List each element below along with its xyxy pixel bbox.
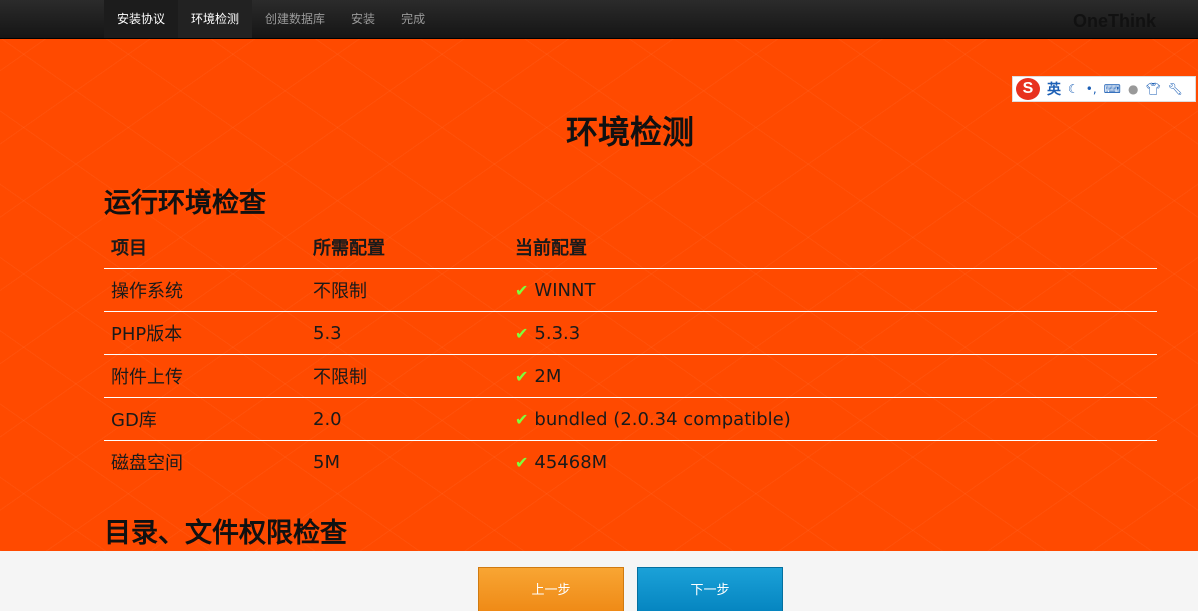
install-steps-nav: 安装协议 环境检测 创建数据库 安装 完成 (104, 0, 438, 38)
nav-step-complete[interactable]: 完成 (388, 0, 438, 38)
row-item: 操作系统 (104, 268, 306, 312)
row-current: ✔ 45468M (508, 441, 1157, 484)
check-icon: ✔ (515, 323, 529, 343)
comma-icon[interactable]: •, (1086, 82, 1097, 96)
env-check-table: 项目 所需配置 当前配置 操作系统 不限制 ✔ WINNT PHP版本 5.3 ✔… (104, 226, 1157, 483)
table-row: 操作系统 不限制 ✔ WINNT (104, 268, 1157, 312)
footer-bar: 上一步 下一步 (0, 551, 1198, 611)
main-content: S 英 ☾ •, ⌨ ● 👕︎ 🔧︎ 环境检测 运行环境检查 项目 所需配置 当… (0, 39, 1198, 551)
nav-step-env-check[interactable]: 环境检测 (178, 0, 253, 38)
row-required: 5.3 (306, 311, 508, 355)
user-icon[interactable]: ● (1128, 82, 1138, 96)
check-icon: ✔ (515, 409, 529, 429)
nav-step-install[interactable]: 安装 (338, 0, 388, 38)
env-check-title: 运行环境检查 (104, 188, 266, 219)
nav-step-create-db[interactable]: 创建数据库 (252, 0, 338, 38)
row-current: ✔ 5.3.3 (508, 311, 1157, 355)
row-required: 不限制 (306, 268, 508, 312)
next-step-button[interactable]: 下一步 (637, 567, 783, 611)
table-row: GD库 2.0 ✔ bundled (2.0.34 compatible) (104, 397, 1157, 441)
ime-toolbar[interactable]: S 英 ☾ •, ⌨ ● 👕︎ 🔧︎ (1012, 76, 1196, 102)
sogou-logo-icon[interactable]: S (1016, 78, 1040, 100)
header-required: 所需配置 (306, 226, 508, 269)
shirt-icon[interactable]: 👕︎ (1145, 82, 1160, 96)
check-icon: ✔ (515, 280, 529, 300)
prev-step-button[interactable]: 上一步 (478, 567, 624, 611)
row-current: ✔ 2M (508, 354, 1157, 398)
row-item: 磁盘空间 (111, 453, 183, 474)
row-required: 5M (313, 451, 340, 473)
table-header-row: 项目 所需配置 当前配置 (104, 226, 1157, 269)
nav-step-agreement[interactable]: 安装协议 (104, 0, 179, 38)
header-item: 项目 (104, 226, 306, 269)
row-current: ✔ bundled (2.0.34 compatible) (508, 397, 1157, 441)
row-current-value: bundled (2.0.34 compatible) (534, 408, 791, 430)
top-nav-bar: 安装协议 环境检测 创建数据库 安装 完成 OneThink (0, 0, 1198, 39)
row-current-value: 5.3.3 (534, 322, 581, 344)
row-item: PHP版本 (104, 311, 306, 355)
check-icon: ✔ (515, 366, 529, 386)
table-row: 附件上传 不限制 ✔ 2M (104, 354, 1157, 398)
table-row: PHP版本 5.3 ✔ 5.3.3 (104, 311, 1157, 355)
row-current-value: 45468M (534, 451, 608, 473)
brand-logo: OneThink (1072, 11, 1156, 31)
moon-icon[interactable]: ☾ (1068, 82, 1079, 96)
wrench-icon[interactable]: 🔧︎ (1168, 82, 1183, 96)
check-icon: ✔ (515, 452, 529, 472)
page-title: 环境检测 (565, 113, 694, 151)
row-required: 2.0 (306, 397, 508, 441)
row-current-value: 2M (534, 365, 562, 387)
row-current-value: WINNT (534, 279, 596, 301)
dir-check-title: 目录、文件权限检查 (104, 518, 347, 549)
row-required: 不限制 (306, 354, 508, 398)
row-item: GD库 (104, 397, 306, 441)
row-item: 附件上传 (104, 354, 306, 398)
header-current: 当前配置 (508, 226, 1157, 269)
keyboard-icon[interactable]: ⌨ (1104, 82, 1121, 96)
row-current: ✔ WINNT (508, 268, 1157, 312)
table-row: 磁盘空间 5M ✔ 45468M (104, 441, 1157, 484)
ime-lang-toggle[interactable]: 英 (1047, 79, 1061, 99)
